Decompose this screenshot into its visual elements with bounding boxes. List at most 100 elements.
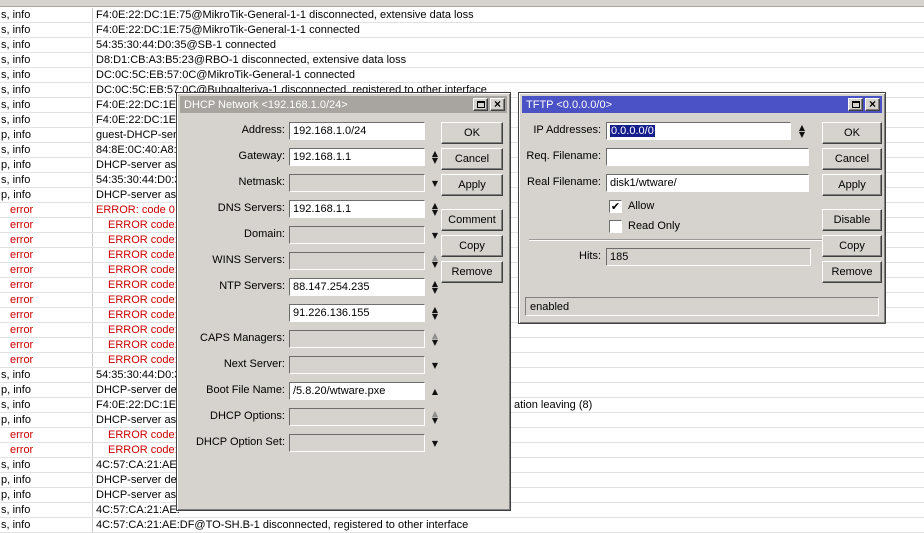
tftp-status-bar: enabled <box>525 297 879 316</box>
tftp-field-input[interactable]: 0.0.0.0/0 <box>606 122 791 140</box>
apply-button[interactable]: Apply <box>822 174 882 196</box>
dhcp-field-input[interactable] <box>289 408 425 426</box>
log-topics-cell: error <box>0 278 93 292</box>
hits-label: Hits: <box>523 248 601 266</box>
log-topics-cell: error <box>0 338 93 352</box>
spinner-down-icon: ▼ <box>799 131 805 138</box>
cancel-button[interactable]: Cancel <box>441 148 503 170</box>
dhcp-dialog-titlebar[interactable]: DHCP Network <192.168.1.0/24> × <box>180 96 507 113</box>
allow-checkbox[interactable]: ✔Allow <box>609 199 654 213</box>
log-topics-cell: s, info <box>0 38 93 52</box>
remove-button[interactable]: Remove <box>441 261 503 283</box>
log-topics-cell: p, info <box>0 158 93 172</box>
dhcp-titlebar-buttons: × <box>473 98 505 111</box>
tftp-titlebar-buttons: × <box>848 98 880 111</box>
log-row[interactable]: s, infoF4:0E:22:DC:1E:75@MikroTik-Genera… <box>0 8 924 23</box>
dhcp-field-input[interactable] <box>289 252 425 270</box>
log-message-cell: F4:0E:22:DC:1E:75@MikroTik-General-1-1 d… <box>96 8 474 22</box>
spinner-arrows[interactable]: ▲▼ <box>427 304 443 322</box>
dhcp-field-label: Boot File Name: <box>181 382 285 400</box>
maximize-button[interactable] <box>473 98 488 111</box>
dhcp-network-dialog: DHCP Network <192.168.1.0/24> × Address:… <box>176 92 511 511</box>
log-topics-cell: s, info <box>0 68 93 82</box>
spinner-arrows[interactable]: ▲▼ <box>794 122 810 140</box>
log-message-cell: ERROR code: <box>108 263 178 277</box>
log-message-cell: ERROR code: <box>108 353 178 367</box>
tftp-dialog-titlebar[interactable]: TFTP <0.0.0.0/0> × <box>522 96 882 113</box>
spinner-down-icon: ▼ <box>432 313 438 320</box>
log-row[interactable]: s, info54:35:30:44:D0:35@SB-1 connected <box>0 38 924 53</box>
dhcp-field-input[interactable]: 192.168.1.1 <box>289 200 425 218</box>
checkbox-label: Read Only <box>628 220 680 232</box>
dhcp-field-input[interactable]: 91.226.136.155 <box>289 304 425 322</box>
dhcp-field-input[interactable]: 88.147.254.235 <box>289 278 425 296</box>
log-topics-cell: s, info <box>0 398 93 412</box>
close-button[interactable]: × <box>865 98 880 111</box>
remove-button[interactable]: Remove <box>822 261 882 283</box>
log-topics-cell: s, info <box>0 503 93 517</box>
dhcp-dialog-title: DHCP Network <192.168.1.0/24> <box>184 99 348 111</box>
dhcp-field-input[interactable] <box>289 226 425 244</box>
log-topics-cell: p, info <box>0 383 93 397</box>
log-topics-cell: s, info <box>0 83 93 97</box>
tftp-field-input[interactable] <box>606 148 809 166</box>
spinner-arrows[interactable]: ▲▼ <box>427 330 443 348</box>
dhcp-field-label: Domain: <box>181 226 285 244</box>
spinner-arrows[interactable]: ▼ <box>427 356 443 374</box>
dhcp-field-label: Address: <box>181 122 285 140</box>
tftp-field-label: IP Addresses: <box>523 122 601 140</box>
log-topics-cell: s, info <box>0 518 93 532</box>
log-topics-cell: s, info <box>0 173 93 187</box>
comment-button[interactable]: Comment <box>441 209 503 231</box>
log-topics-cell: error <box>0 323 93 337</box>
dhcp-field-input[interactable]: 192.168.1.1 <box>289 148 425 166</box>
log-row[interactable]: s, infoDC:0C:5C:EB:57:0C@MikroTik-Genera… <box>0 68 924 83</box>
maximize-button[interactable] <box>848 98 863 111</box>
checkbox-label: Allow <box>628 200 654 212</box>
log-message-cell: ERROR: code 0 <box>96 203 175 217</box>
dhcp-field-input[interactable] <box>289 174 425 192</box>
close-button[interactable]: × <box>490 98 505 111</box>
close-icon: × <box>494 98 501 110</box>
tftp-dialog-title: TFTP <0.0.0.0/0> <box>526 99 612 111</box>
log-message-cell: 4C:57:CA:21:AE: <box>96 458 180 472</box>
log-topics-cell: error <box>0 233 93 247</box>
dhcp-field-input[interactable]: 192.168.1.0/24 <box>289 122 425 140</box>
dhcp-field-label: WINS Servers: <box>181 252 285 270</box>
dhcp-field-input[interactable]: /5.8.20/wtware.pxe <box>289 382 425 400</box>
dhcp-field-input[interactable] <box>289 434 425 452</box>
log-message-cell: ERROR code: <box>108 218 178 232</box>
cancel-button[interactable]: Cancel <box>822 148 882 170</box>
spinner-arrows[interactable]: ▲ <box>427 382 443 400</box>
dhcp-field-label: NTP Servers: <box>181 278 285 296</box>
log-message-cell: DHCP-server ass <box>96 158 182 172</box>
log-message-cell: ERROR code: <box>108 308 178 322</box>
log-message-cell: DHCP-server ass <box>96 488 182 502</box>
log-topics-cell: s, info <box>0 143 93 157</box>
copy-button[interactable]: Copy <box>441 235 503 257</box>
log-message-cell: F4:0E:22:DC:1E: <box>96 113 179 127</box>
log-topics-cell: error <box>0 353 93 367</box>
log-row[interactable]: s, infoF4:0E:22:DC:1E:75@MikroTik-Genera… <box>0 23 924 38</box>
ok-button[interactable]: OK <box>822 122 882 144</box>
ok-button[interactable]: OK <box>441 122 503 144</box>
dhcp-field-input[interactable] <box>289 356 425 374</box>
log-topics-cell: p, info <box>0 413 93 427</box>
spinner-arrows[interactable]: ▼ <box>427 434 443 452</box>
copy-button[interactable]: Copy <box>822 235 882 257</box>
log-topics-cell: s, info <box>0 53 93 67</box>
log-topics-cell: error <box>0 443 93 457</box>
spinner-arrows[interactable]: ▲▼ <box>427 408 443 426</box>
tftp-field-input[interactable]: disk1/wtware/ <box>606 174 809 192</box>
log-topics-cell: s, info <box>0 8 93 22</box>
log-topics-cell: error <box>0 293 93 307</box>
apply-button[interactable]: Apply <box>441 174 503 196</box>
log-topics-cell: p, info <box>0 488 93 502</box>
log-message-cell: DHCP-server dea <box>96 383 183 397</box>
disable-button[interactable]: Disable <box>822 209 882 231</box>
read-only-checkbox[interactable]: Read Only <box>609 219 680 233</box>
dhcp-field-input[interactable] <box>289 330 425 348</box>
log-message-cell: ERROR code: <box>108 323 178 337</box>
log-row[interactable]: s, infoD8:D1:CB:A3:B5:23@RBO-1 disconnec… <box>0 53 924 68</box>
spinner-down-icon: ▼ <box>432 440 438 447</box>
